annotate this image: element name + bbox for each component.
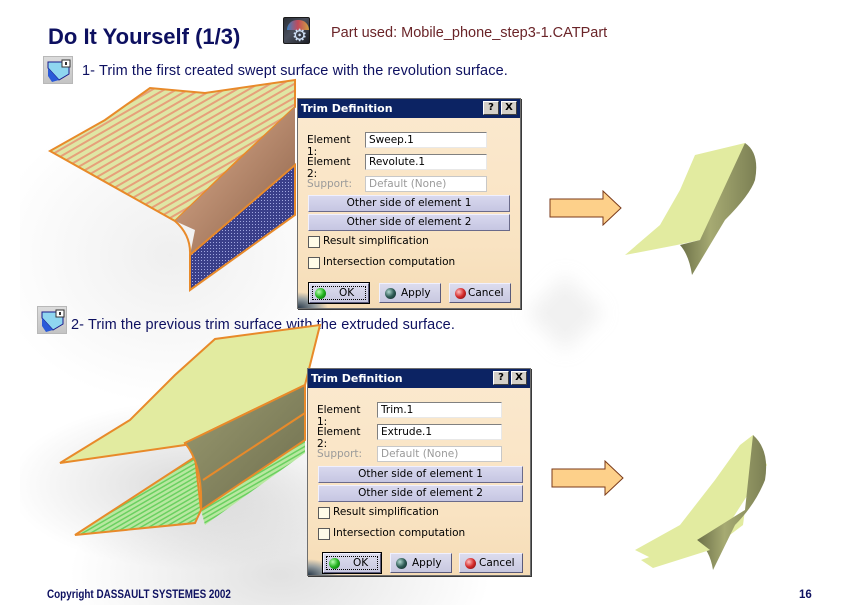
result-arrow-icon <box>551 460 624 496</box>
close-button[interactable]: X <box>501 101 517 115</box>
trim2-result-image <box>635 435 767 570</box>
trim-definition-dialog-1: Trim Definition ? X Element 1: Sweep.1 E… <box>297 98 521 309</box>
checkbox-box[interactable] <box>308 257 320 269</box>
support-field[interactable]: Default (None) <box>377 446 502 462</box>
support-label: Support: <box>307 178 353 190</box>
element2-label: Element 2: <box>317 426 361 450</box>
element1-field[interactable]: Sweep.1 <box>365 132 487 148</box>
trim-tool-icon <box>43 56 73 84</box>
trim-edge <box>174 220 192 290</box>
trim-tool-icon <box>37 306 67 334</box>
intersection-computation-label: Intersection computation <box>323 256 456 268</box>
step1-instruction: 1- Trim the first created swept surface … <box>82 63 508 79</box>
checkbox-box[interactable] <box>308 236 320 248</box>
dialog-titlebar[interactable]: Trim Definition ? X <box>298 99 520 118</box>
ok-label: OK <box>339 287 355 299</box>
apply-status-icon <box>385 288 396 299</box>
ok-status-icon <box>329 558 340 569</box>
element2-field[interactable]: Revolute.1 <box>365 154 487 170</box>
ok-button[interactable]: OK <box>308 282 370 304</box>
copyright-text: Copyright DASSAULT SYSTEMES 2002 <box>47 589 231 601</box>
support-field[interactable]: Default (None) <box>365 176 487 192</box>
cancel-status-icon <box>455 288 466 299</box>
support-label: Support: <box>317 448 363 460</box>
close-button[interactable]: X <box>511 371 527 385</box>
other-side-element1-button[interactable]: Other side of element 1 <box>308 195 510 212</box>
gear-icon: ⚙ <box>292 26 308 44</box>
other-side-element2-button[interactable]: Other side of element 2 <box>318 485 523 502</box>
extrude-green-face <box>74 455 203 536</box>
slide-title: Do It Yourself (1/3) <box>48 24 241 49</box>
element1-label: Element 1: <box>307 134 351 158</box>
background-diamond <box>546 294 584 332</box>
result-simplification-label: Result simplification <box>333 506 439 518</box>
apply-status-icon <box>396 558 407 569</box>
checkbox-box[interactable] <box>318 528 330 540</box>
result-arrow-icon <box>549 190 622 226</box>
cancel-status-icon <box>465 558 476 569</box>
trim-definition-dialog-2: Trim Definition ? X Element 1: Trim.1 El… <box>307 368 531 576</box>
apply-label: Apply <box>412 557 442 569</box>
cancel-button[interactable]: Cancel <box>459 553 523 573</box>
apply-button[interactable]: Apply <box>379 283 441 303</box>
result-simplification-label: Result simplification <box>323 235 429 247</box>
swept-surface-image <box>47 78 296 292</box>
checkbox-box[interactable] <box>318 507 330 519</box>
help-button[interactable]: ? <box>493 371 509 385</box>
element1-field[interactable]: Trim.1 <box>377 402 502 418</box>
cancel-button[interactable]: Cancel <box>449 283 511 303</box>
intersection-computation-label: Intersection computation <box>333 527 466 539</box>
ok-button[interactable]: OK <box>322 552 382 574</box>
workbench-icon: ⚙ <box>283 17 310 44</box>
ok-label: OK <box>353 557 369 569</box>
other-side-element1-button[interactable]: Other side of element 1 <box>318 466 523 483</box>
help-button[interactable]: ? <box>483 101 499 115</box>
element1-label: Element 1: <box>317 404 361 428</box>
trimmed-surface-image <box>59 323 322 536</box>
trim1-result-image <box>625 143 757 275</box>
dialog-title: Trim Definition <box>301 102 393 115</box>
other-side-element2-button[interactable]: Other side of element 2 <box>308 214 510 231</box>
ok-status-icon <box>315 288 326 299</box>
apply-label: Apply <box>401 287 431 299</box>
cancel-label: Cancel <box>479 557 515 569</box>
apply-button[interactable]: Apply <box>390 553 452 573</box>
dialog-titlebar[interactable]: Trim Definition ? X <box>308 369 530 388</box>
element2-label: Element 2: <box>307 156 351 180</box>
step2-instruction: 2- Trim the previous trim surface with t… <box>71 317 455 333</box>
element2-field[interactable]: Extrude.1 <box>377 424 502 440</box>
part-used-label: Part used: Mobile_phone_step3-1.CATPart <box>331 25 608 41</box>
page-number: 16 <box>799 589 812 601</box>
cancel-label: Cancel <box>468 287 504 299</box>
dialog-title: Trim Definition <box>311 372 403 385</box>
